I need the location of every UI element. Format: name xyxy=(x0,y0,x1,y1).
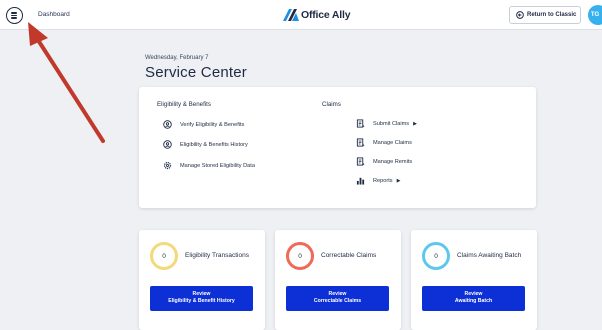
reports-label: Reports xyxy=(373,177,393,184)
manage-remits-label: Manage Remits xyxy=(373,158,413,165)
verify-eligibility-link[interactable]: Verify Eligibility & Benefits xyxy=(163,120,244,129)
caret-right-icon: ▶ xyxy=(413,120,417,127)
back-arrow-icon xyxy=(516,11,524,19)
claims-awaiting-batch-card: 0 Claims Awaiting Batch Review Awaiting … xyxy=(411,230,537,330)
button-line: Eligibility & Benefit History xyxy=(168,298,235,304)
submit-claims-label: Submit Claims xyxy=(373,120,410,127)
logo-text: Office Ally xyxy=(301,9,351,21)
caret-right-icon: ▶ xyxy=(396,177,401,184)
document-icon xyxy=(356,119,365,128)
return-to-classic-button[interactable]: Return to Classic xyxy=(509,6,581,24)
document-icon xyxy=(356,138,365,147)
count-ring: 0 xyxy=(150,242,178,270)
claims-heading: Claims xyxy=(322,101,341,108)
manage-stored-eligibility-link[interactable]: Manage Stored Eligibility Data xyxy=(163,161,255,170)
count-ring: 0 xyxy=(422,242,450,270)
reports-link[interactable]: Reports ▶ xyxy=(356,176,400,185)
stat-label: Claims Awaiting Batch xyxy=(457,252,522,259)
button-line: Review xyxy=(328,291,347,297)
breadcrumb[interactable]: Dashboard xyxy=(38,11,70,18)
eligibility-heading: Eligibility & Benefits xyxy=(157,101,211,108)
eligibility-transactions-card: 0 Eligibility Transactions Review Eligib… xyxy=(139,230,265,330)
manage-stored-eligibility-label: Manage Stored Eligibility Data xyxy=(180,162,255,169)
current-date: Wednesday, February 7 xyxy=(145,55,209,61)
button-line: Review xyxy=(192,291,211,297)
verify-eligibility-label: Verify Eligibility & Benefits xyxy=(180,121,245,128)
top-bar: Dashboard Office Ally Return to Classic … xyxy=(0,0,602,30)
office-ally-logo-icon xyxy=(283,9,299,21)
document-icon xyxy=(356,157,365,166)
manage-remits-link[interactable]: Manage Remits xyxy=(356,157,412,166)
return-to-classic-label: Return to Classic xyxy=(527,12,577,18)
review-eligibility-history-button[interactable]: Review Eligibility & Benefit History xyxy=(150,286,253,311)
count-ring: 0 xyxy=(286,242,314,270)
button-line: Awaiting Batch xyxy=(454,298,493,304)
stat-label: Eligibility Transactions xyxy=(185,252,249,259)
button-line: Correctable Claims xyxy=(313,298,362,304)
stat-label: Correctable Claims xyxy=(321,252,377,259)
manage-claims-link[interactable]: Manage Claims xyxy=(356,138,412,147)
review-awaiting-batch-button[interactable]: Review Awaiting Batch xyxy=(422,286,525,311)
office-ally-logo[interactable]: Office Ally xyxy=(283,7,351,23)
user-avatar[interactable]: TG xyxy=(588,5,602,25)
review-correctable-claims-button[interactable]: Review Correctable Claims xyxy=(286,286,389,311)
page-title: Service Center xyxy=(145,64,248,81)
submit-claims-link[interactable]: Submit Claims ▶ xyxy=(356,119,417,128)
correctable-claims-card: 0 Correctable Claims Review Correctable … xyxy=(275,230,401,330)
button-line: Review xyxy=(464,291,483,297)
eligibility-history-link[interactable]: Eligibility & Benefits History xyxy=(163,140,248,149)
bar-chart-icon xyxy=(356,177,365,185)
search-person-icon xyxy=(163,120,172,129)
services-card: Eligibility & Benefits Verify Eligibilit… xyxy=(139,87,536,208)
manage-claims-label: Manage Claims xyxy=(373,139,412,146)
gear-icon xyxy=(163,161,172,170)
eligibility-history-label: Eligibility & Benefits History xyxy=(180,141,248,148)
hamburger-menu-button[interactable] xyxy=(6,7,23,24)
search-person-icon xyxy=(163,140,172,149)
